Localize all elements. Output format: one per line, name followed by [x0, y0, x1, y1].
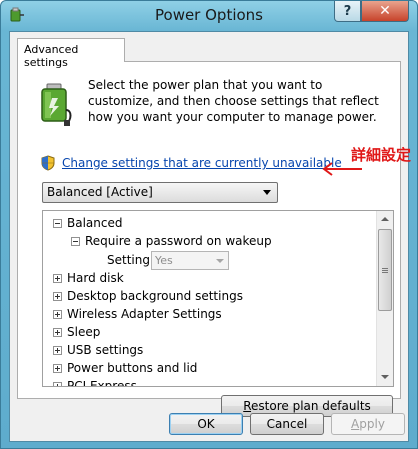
tree-item-label: Require a password on wakeup: [85, 234, 272, 248]
dialog-body: Advanced settings Select the power plan …: [9, 31, 411, 442]
tree-item-label: USB settings: [67, 343, 144, 357]
tab-advanced-settings[interactable]: Advanced settings: [17, 38, 125, 69]
plan-description: Select the power plan that you want to c…: [88, 78, 379, 124]
setting-row: Setting: Yes: [107, 251, 307, 270]
restore-label: estore plan defaults: [251, 399, 371, 413]
collapse-icon[interactable]: [71, 237, 80, 246]
close-button[interactable]: ✕: [361, 1, 409, 22]
expand-icon[interactable]: [53, 274, 62, 283]
tree-item-label: Sleep: [67, 325, 101, 339]
expand-icon[interactable]: [53, 310, 62, 319]
expand-icon[interactable]: [53, 364, 62, 373]
expand-icon[interactable]: [53, 346, 62, 355]
power-settings-tree[interactable]: Balanced Require a password on wakeup Se…: [42, 210, 394, 387]
scroll-up-icon[interactable]: [377, 211, 393, 228]
scroll-down-icon[interactable]: [377, 369, 393, 386]
cancel-button[interactable]: Cancel: [250, 413, 324, 435]
apply-button[interactable]: Apply: [331, 413, 405, 435]
expand-icon[interactable]: [53, 328, 62, 337]
tree-scrollbar[interactable]: [376, 211, 393, 386]
grip-icon: [382, 268, 388, 273]
scrollbar-thumb[interactable]: [378, 229, 392, 311]
expand-icon[interactable]: [53, 382, 62, 386]
title-bar[interactable]: Power Options ? ✕: [1, 1, 417, 31]
chevron-down-icon: [216, 259, 224, 263]
expand-icon[interactable]: [53, 292, 62, 301]
annotation-label: 詳細設定: [351, 146, 412, 164]
tree-item-label: Balanced: [67, 216, 123, 230]
tree-item-label: Wireless Adapter Settings: [67, 307, 222, 321]
tree-item-label: Power buttons and lid: [67, 361, 198, 375]
help-button[interactable]: ?: [334, 1, 361, 22]
change-unavailable-settings-link[interactable]: Change settings that are currently unava…: [62, 156, 342, 170]
setting-value: Yes: [155, 254, 173, 267]
tree-item-label: Desktop background settings: [67, 289, 243, 303]
battery-plug-icon: [41, 83, 72, 126]
power-options-window: Power Options ? ✕ Advanced settings Sele…: [0, 0, 418, 449]
ok-button[interactable]: OK: [169, 413, 243, 435]
collapse-icon[interactable]: [53, 219, 62, 228]
power-plan-dropdown[interactable]: Balanced [Active]: [42, 182, 278, 203]
power-plan-value: Balanced [Active]: [47, 185, 153, 199]
restore-accel-key: R: [243, 399, 252, 413]
advanced-settings-panel: Select the power plan that you want to c…: [17, 61, 411, 417]
setting-label: Setting:: [107, 253, 155, 267]
tree-item-label: Hard disk: [67, 271, 124, 285]
tree-item-label: PCI Express: [67, 379, 137, 387]
setting-dropdown[interactable]: Yes: [151, 251, 229, 270]
uac-shield-icon: [41, 155, 55, 171]
apply-label: pply: [359, 417, 385, 431]
chevron-down-icon: [263, 190, 271, 195]
